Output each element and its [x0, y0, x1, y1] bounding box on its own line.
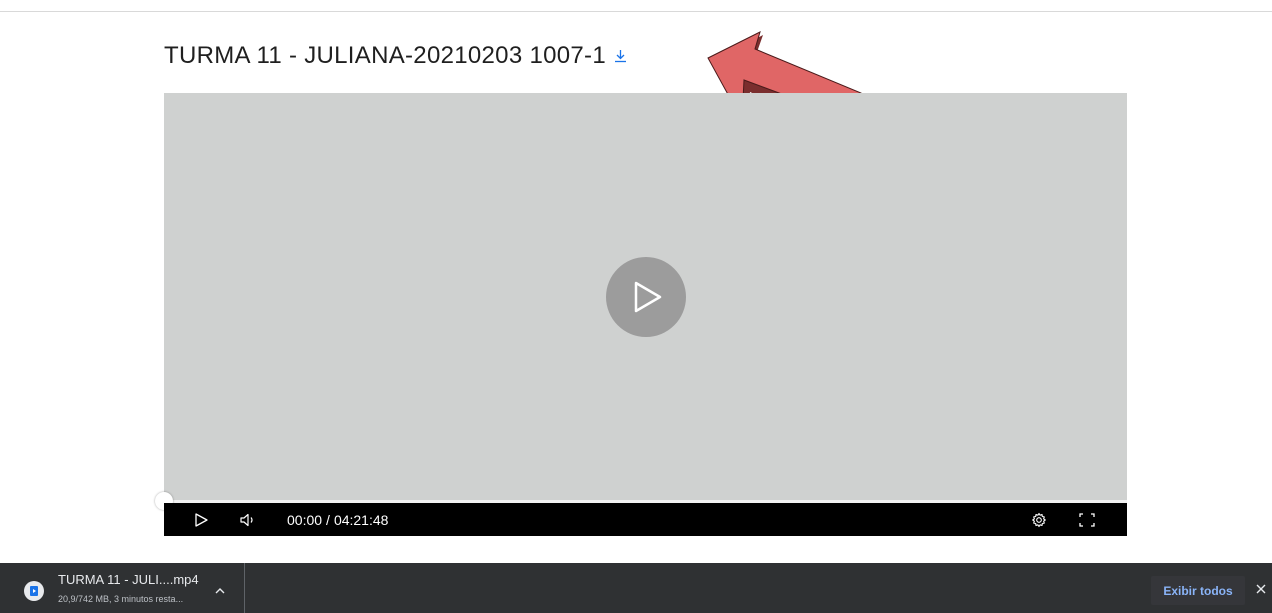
- top-divider: [0, 11, 1272, 12]
- play-icon: [195, 512, 208, 527]
- play-icon: [634, 281, 662, 313]
- time-separator: /: [326, 511, 330, 528]
- volume-button[interactable]: [237, 503, 261, 536]
- video-file-icon: [24, 581, 44, 601]
- video-player: 00:00 / 04:21:48: [155, 93, 1127, 536]
- control-bar: 00:00 / 04:21:48: [164, 503, 1127, 536]
- download-item[interactable]: TURMA 11 - JULI....mp4 20,9/742 MB, 3 mi…: [0, 563, 245, 613]
- video-title-row: TURMA 11 - JULIANA-20210203 1007-1: [164, 42, 627, 70]
- video-title: TURMA 11 - JULIANA-20210203 1007-1: [164, 42, 606, 69]
- settings-gear-icon: [1032, 512, 1046, 527]
- fullscreen-button[interactable]: [1075, 503, 1099, 536]
- chevron-up-icon[interactable]: [212, 583, 228, 599]
- show-all-button[interactable]: Exibir todos: [1151, 576, 1245, 605]
- download-status: 20,9/742 MB, 3 minutos resta...: [58, 594, 184, 604]
- download-file-name: TURMA 11 - JULI....mp4: [58, 572, 199, 587]
- close-icon[interactable]: [1254, 582, 1268, 596]
- current-time: 00:00: [287, 511, 323, 528]
- download-bar: TURMA 11 - JULI....mp4 20,9/742 MB, 3 mi…: [0, 563, 1272, 613]
- fullscreen-icon: [1079, 512, 1095, 527]
- video-canvas[interactable]: [164, 93, 1127, 502]
- big-play-button[interactable]: [606, 257, 686, 337]
- download-arrow-icon[interactable]: [614, 49, 627, 63]
- settings-button[interactable]: [1027, 503, 1051, 536]
- volume-icon: [240, 513, 253, 526]
- duration: 04:21:48: [333, 511, 389, 528]
- time-display: 00:00 / 04:21:48: [287, 503, 388, 536]
- play-button[interactable]: [190, 503, 212, 536]
